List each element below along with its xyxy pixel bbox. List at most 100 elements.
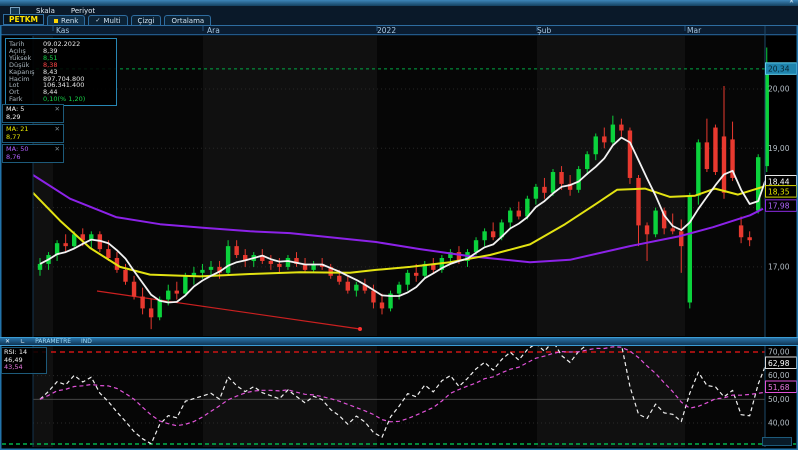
candle [63,243,67,246]
candle [508,211,512,223]
candle [123,270,127,282]
menu-bar: Skala Periyot [0,6,798,15]
candle [175,291,179,294]
month-label: Ara [207,26,220,35]
rsi-tick-label: 70,00 [768,348,790,357]
candle [286,258,290,267]
price-MA5-label: 18,44 [768,177,790,186]
tab-bar: PETKM Renk ✓ Multi Çizgi Ortalama [0,15,798,26]
candle [739,225,743,237]
rsi-RSI-signal-label: 51,68 [768,383,790,392]
rsi-tick-label: 50,00 [768,395,790,404]
last-price-label: 20,34 [768,65,790,74]
tab-label: Renk [61,17,78,25]
candle [38,264,42,270]
candle [226,246,230,273]
price-tick-label: 17,00 [768,262,790,271]
candle [747,237,751,240]
chart-window: KasAra2022ŞubMar20,0019,0017,0070,0060,0… [0,0,798,450]
ma21-close-icon[interactable]: ✕ [55,126,60,134]
candle [277,264,281,267]
tab-ortalama[interactable]: Ortalama [164,15,211,25]
tab-multi[interactable]: ✓ Multi [88,15,127,25]
indicator-corner-icon[interactable]: ∟ [20,338,25,345]
tab-label: Multi [103,17,120,25]
candle [551,172,555,193]
rsi-RSI-label: 62,98 [768,359,790,368]
ma50-legend: MA: 50 ✕ 8,76 [2,144,64,163]
indicator-pane-header: ✕ ∟ PARAMETRE IND [0,337,798,346]
menu-item-periyot[interactable]: Periyot [71,7,95,15]
candle [534,187,538,199]
trendline-arrow [358,327,362,331]
change-value: 0,10(% 1,20) [43,96,85,103]
window-close-button[interactable]: ✕ [789,0,794,5]
rsi-tick-label: 40,00 [768,419,790,428]
month-band [203,36,377,336]
price-MA50-label: 17,98 [768,202,790,211]
ma5-close-icon[interactable]: ✕ [55,106,60,114]
candle [722,136,726,192]
candle [106,249,110,258]
candle [602,136,606,142]
candle [679,231,683,246]
candle [140,297,144,309]
chart-canvas: KasAra2022ŞubMar20,0019,0017,0070,0060,0… [0,0,798,450]
candle [628,131,632,178]
tab-renk[interactable]: Renk [47,15,85,25]
candle [525,199,529,217]
candle [619,125,623,131]
candle [713,128,717,172]
ma21-legend: MA: 21 ✕ 8,77 [2,124,64,143]
color-swatch-icon [54,19,58,23]
candle [132,282,136,297]
candle [671,228,675,231]
month-band [53,345,203,447]
month-strip [0,26,798,35]
candle [414,273,418,276]
ma50-close-icon[interactable]: ✕ [55,146,60,154]
candle [380,302,384,308]
candle [517,211,521,217]
month-band [537,36,685,336]
candle [269,261,273,264]
tab-label: Ortalama [171,17,204,25]
candle [696,142,700,195]
symbol-tab[interactable]: PETKM [3,14,44,25]
rsi-legend: RSI: 14 46,49 43,54 [1,347,47,374]
month-band [377,345,537,447]
candle [559,172,563,184]
candle [354,285,358,291]
candle [482,231,486,240]
month-label: 2022 [377,26,396,35]
tab-label: Çizgi [138,17,155,25]
candle [183,276,187,294]
candle [645,225,649,234]
price-tick-label: 20,00 [768,85,790,94]
price-tick-label: 19,00 [768,144,790,153]
candle [491,231,495,237]
candle [149,308,153,317]
candle [200,270,204,273]
candle [653,211,657,235]
candle [405,273,409,285]
month-label: Mar [687,26,702,35]
candle [474,240,478,252]
month-band [537,345,685,447]
check-icon: ✓ [95,17,100,24]
candle [166,291,170,300]
ind-button[interactable]: IND [81,338,92,345]
candle [397,285,401,294]
candle [542,187,546,193]
tab-cizgi[interactable]: Çizgi [131,15,162,25]
candle [234,246,238,255]
month-label: Kas [56,26,69,35]
ma5-legend: MA: 5 ✕ 8,29 [2,104,64,123]
candle [585,154,589,169]
resize-grip[interactable] [762,437,792,446]
candle [337,276,341,282]
candle [611,125,615,143]
indicator-close-icon[interactable]: ✕ [5,338,10,345]
price-MA21-label: 18,35 [768,187,790,196]
parametre-button[interactable]: PARAMETRE [35,338,71,345]
